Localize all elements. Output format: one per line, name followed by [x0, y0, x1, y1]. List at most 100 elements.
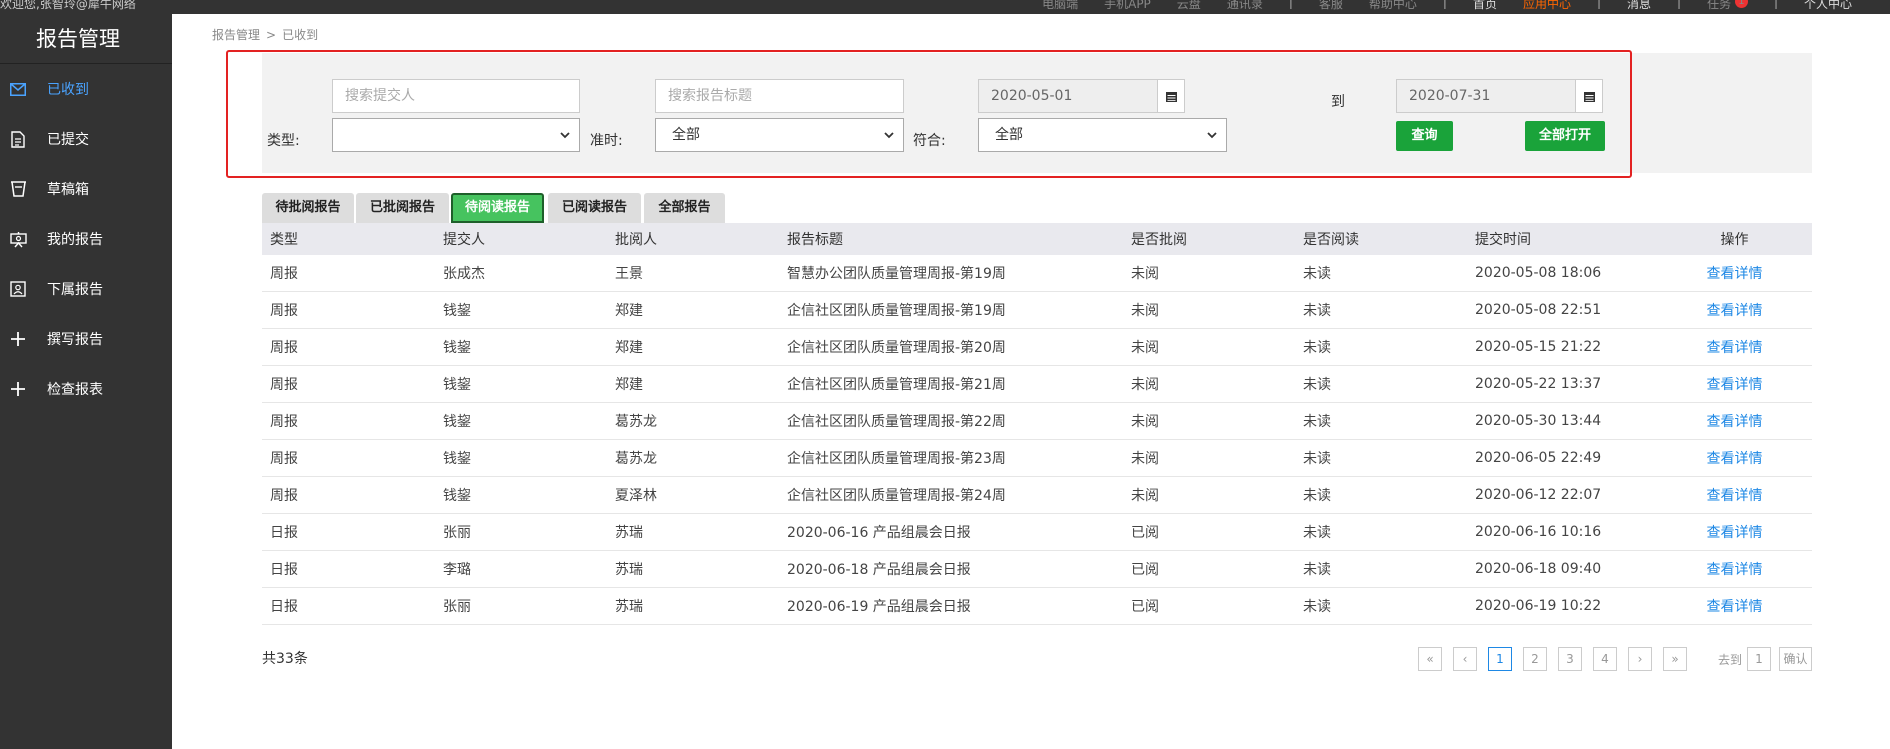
top-link-cloud[interactable]: 云盘	[1177, 0, 1201, 12]
table-cell: 已阅	[1131, 562, 1159, 578]
column-header: 类型	[270, 232, 298, 248]
table-cell: 未读	[1303, 488, 1331, 504]
sidebar-item-received[interactable]: 已收到	[0, 64, 172, 114]
pager-first-button[interactable]: «	[1418, 647, 1442, 671]
table-cell: 企信社区团队质量管理周报-第24周	[787, 488, 1006, 504]
table-cell: 未阅	[1131, 340, 1159, 356]
tab-all-reports[interactable]: 全部报告	[644, 193, 725, 223]
top-link-mobile[interactable]: 手机APP	[1104, 0, 1151, 12]
table-cell: 未阅	[1131, 451, 1159, 467]
goto-page-input[interactable]: 1	[1747, 647, 1771, 671]
table-cell: 查看详情	[1657, 374, 1812, 394]
sidebar-title: 报告管理	[0, 14, 172, 64]
highlight-box	[226, 50, 1632, 178]
table-cell: 未读	[1303, 599, 1331, 615]
table-cell: 未读	[1303, 266, 1331, 282]
table-cell: 未读	[1303, 303, 1331, 319]
sidebar-item-drafts[interactable]: 草稿箱	[0, 164, 172, 214]
table-cell: 周报	[270, 414, 298, 430]
table-cell: 周报	[270, 266, 298, 282]
top-link-app-center[interactable]: 应用中心	[1523, 0, 1571, 12]
tab-pending-review[interactable]: 待批阅报告	[262, 193, 354, 223]
table-cell: 2020-05-08 22:51	[1475, 302, 1602, 318]
view-details-link[interactable]: 查看详情	[1707, 340, 1763, 356]
table-row: 周报 钱鋆 葛苏龙 企信社区团队质量管理周报-第22周 未阅 未读 2020-05-30 1…	[262, 403, 1812, 440]
sidebar-item-label: 已收到	[47, 82, 89, 98]
sidebar-item-submitted[interactable]: 已提交	[0, 114, 172, 164]
table-cell: 查看详情	[1657, 596, 1812, 616]
view-details-link[interactable]: 查看详情	[1707, 488, 1763, 504]
top-link-pc[interactable]: 电脑端	[1042, 0, 1078, 12]
tab-reviewed[interactable]: 已批阅报告	[356, 193, 449, 223]
top-link-service[interactable]: 客服	[1319, 0, 1343, 12]
table-cell: 张丽	[443, 525, 471, 541]
sidebar-item-write-report[interactable]: 撰写报告	[0, 314, 172, 364]
table-cell: 查看详情	[1657, 522, 1812, 542]
table-header: 类型 提交人 批阅人 报告标题 是否批阅 是否阅读 提交时间 操作	[262, 223, 1812, 255]
tasks-label: 任务	[1707, 0, 1732, 11]
welcome-text: 欢迎您,张智玲@犀牛网络	[0, 0, 136, 11]
table-cell: 葛苏龙	[615, 414, 657, 430]
table-cell: 苏瑞	[615, 599, 643, 615]
tab-pending-read[interactable]: 待阅读报告	[451, 193, 544, 223]
tab-read[interactable]: 已阅读报告	[548, 193, 641, 223]
pager-page-1[interactable]: 1	[1488, 647, 1512, 671]
top-link-tasks[interactable]: 任务 1	[1707, 0, 1748, 12]
breadcrumb-root[interactable]: 报告管理	[212, 28, 260, 42]
pager-page-3[interactable]: 3	[1558, 647, 1582, 671]
table-cell: 钱鋆	[443, 414, 471, 430]
pager-page-2[interactable]: 2	[1523, 647, 1547, 671]
top-link-messages[interactable]: 消息	[1627, 0, 1651, 12]
pager-last-button[interactable]: »	[1663, 647, 1687, 671]
view-details-link[interactable]: 查看详情	[1707, 303, 1763, 319]
goto-label: 去到	[1718, 653, 1743, 667]
view-details-link[interactable]: 查看详情	[1707, 562, 1763, 578]
total-count: 共33条	[262, 651, 308, 667]
column-header: 批阅人	[615, 232, 657, 248]
table-cell: 2020-06-19 10:22	[1475, 598, 1602, 614]
table-cell: 2020-05-08 18:06	[1475, 265, 1602, 281]
top-separator: |	[1442, 0, 1447, 9]
view-details-link[interactable]: 查看详情	[1707, 451, 1763, 467]
table-row: 周报 钱鋆 郑建 企信社区团队质量管理周报-第20周 未阅 未读 2020-05-15 21…	[262, 329, 1812, 366]
table-cell: 未阅	[1131, 414, 1159, 430]
table-cell: 未读	[1303, 414, 1331, 430]
table-cell: 企信社区团队质量管理周报-第21周	[787, 377, 1006, 393]
column-header: 操作	[1720, 232, 1749, 248]
table-cell: 周报	[270, 451, 298, 467]
top-nav: 电脑端 手机APP 云盘 通讯录 | 客服 帮助中心 | 首页 应用中心 | 消…	[1042, 0, 1852, 12]
sidebar-item-check-statements[interactable]: 检查报表	[0, 364, 172, 414]
table-cell: 2020-06-12 22:07	[1475, 487, 1602, 503]
column-header: 提交时间	[1475, 232, 1531, 248]
top-link-personal[interactable]: 个人中心	[1804, 0, 1852, 12]
table-cell: 查看详情	[1657, 337, 1812, 357]
view-details-link[interactable]: 查看详情	[1707, 525, 1763, 541]
view-details-link[interactable]: 查看详情	[1707, 599, 1763, 615]
pager-next-button[interactable]: ›	[1628, 647, 1652, 671]
goto-confirm-button[interactable]: 确认	[1779, 647, 1812, 671]
table-row: 周报 钱鋆 夏泽林 企信社区团队质量管理周报-第24周 未阅 未读 2020-06-12 2…	[262, 477, 1812, 514]
table-cell: 张丽	[443, 599, 471, 615]
table-row: 日报 张丽 苏瑞 2020-06-16 产品组晨会日报 已阅 未读 2020-06-16 1…	[262, 514, 1812, 551]
column-header: 是否阅读	[1303, 232, 1359, 248]
table-cell: 2020-06-05 22:49	[1475, 450, 1602, 466]
table-cell: 查看详情	[1657, 411, 1812, 431]
pager-prev-button[interactable]: ‹	[1453, 647, 1477, 671]
pager-page-4[interactable]: 4	[1593, 647, 1617, 671]
top-link-contacts[interactable]: 通讯录	[1227, 0, 1263, 12]
table-cell: 智慧办公团队质量管理周报-第19周	[787, 266, 1006, 282]
view-details-link[interactable]: 查看详情	[1707, 266, 1763, 282]
table-cell: 钱鋆	[443, 340, 471, 356]
top-bar: 欢迎您,张智玲@犀牛网络 电脑端 手机APP 云盘 通讯录 | 客服 帮助中心 …	[0, 0, 1890, 14]
view-details-link[interactable]: 查看详情	[1707, 414, 1763, 430]
sidebar-item-subordinate-reports[interactable]: 下属报告	[0, 264, 172, 314]
view-details-link[interactable]: 查看详情	[1707, 377, 1763, 393]
table-cell: 钱鋆	[443, 451, 471, 467]
top-link-home[interactable]: 首页	[1473, 0, 1497, 12]
table-cell: 夏泽林	[615, 488, 657, 504]
top-link-help[interactable]: 帮助中心	[1369, 0, 1417, 12]
table-cell: 钱鋆	[443, 377, 471, 393]
projector-icon	[9, 230, 27, 248]
sidebar-item-my-reports[interactable]: 我的报告	[0, 214, 172, 264]
table-cell: 未读	[1303, 525, 1331, 541]
